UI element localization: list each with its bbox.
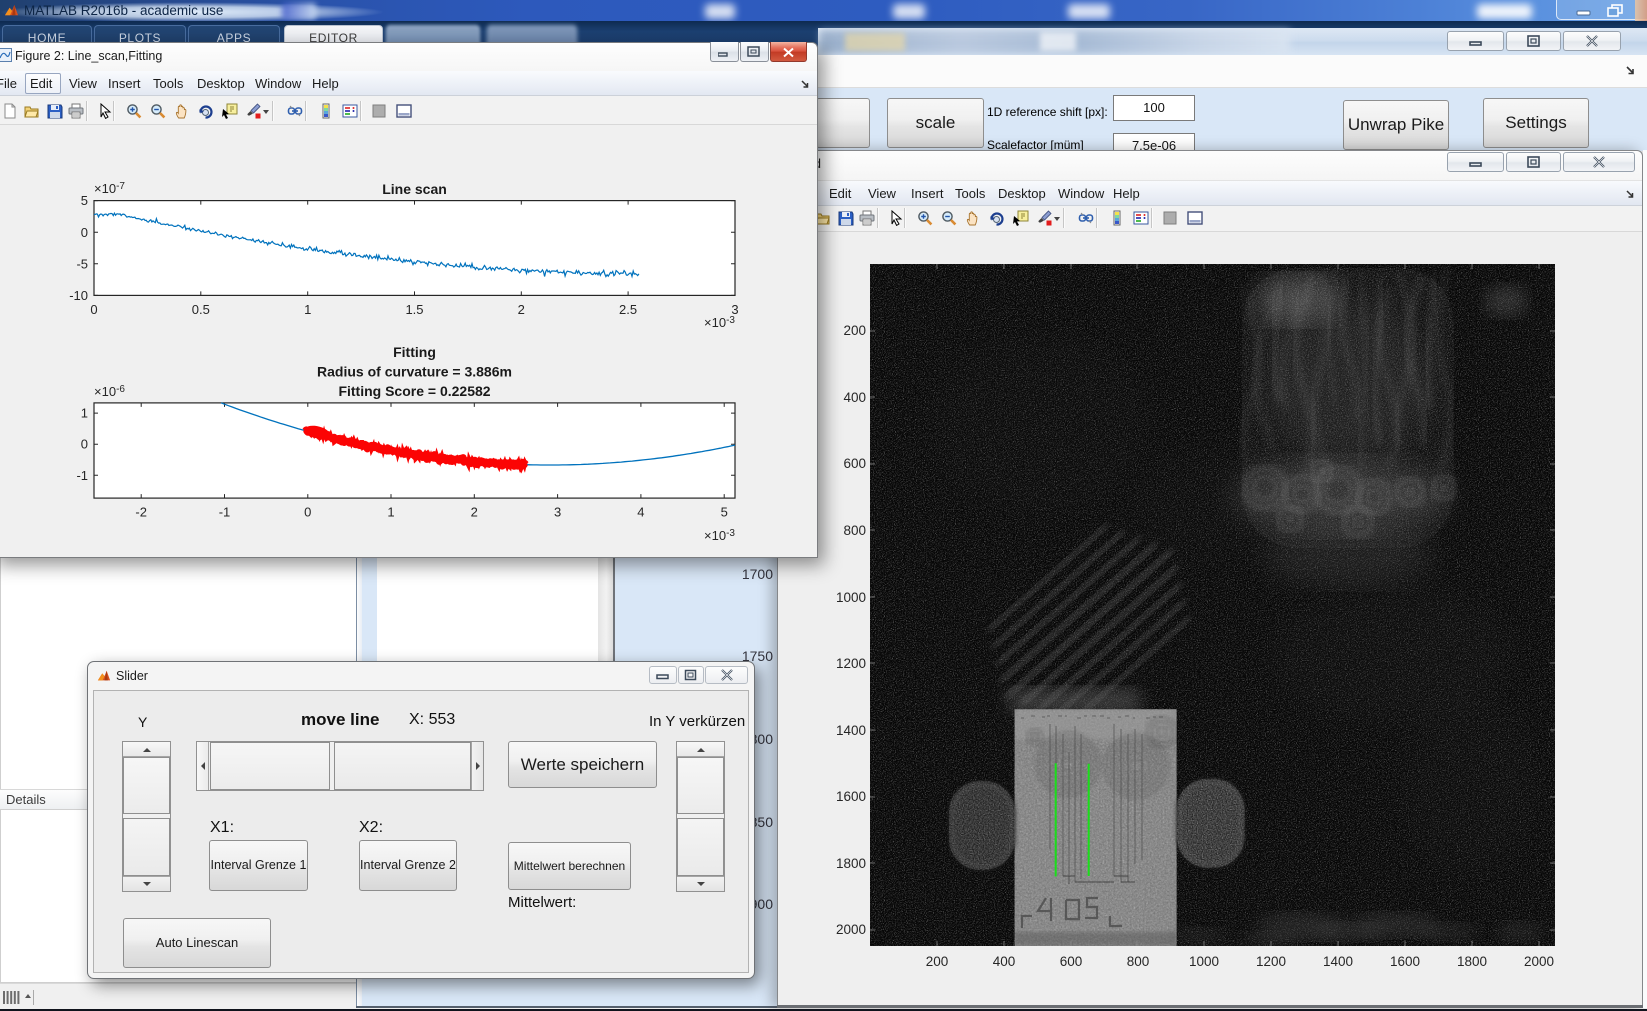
svg-text:1: 1	[81, 406, 88, 421]
svg-text:0: 0	[90, 302, 97, 317]
svg-text:-2: -2	[135, 505, 147, 520]
svg-text:×10-3: ×10-3	[704, 315, 735, 330]
svg-text:×10-7: ×10-7	[94, 181, 125, 196]
svg-text:×10-3: ×10-3	[704, 528, 735, 543]
svg-text:0.5: 0.5	[192, 302, 210, 317]
svg-text:-1: -1	[219, 505, 231, 520]
svg-text:0: 0	[81, 437, 88, 452]
svg-text:1.5: 1.5	[405, 302, 423, 317]
svg-text:×10-6: ×10-6	[94, 384, 125, 399]
svg-text:3: 3	[554, 505, 561, 520]
svg-text:5: 5	[81, 193, 88, 208]
svg-text:1: 1	[304, 302, 311, 317]
svg-text:-10: -10	[69, 288, 88, 303]
svg-text:2: 2	[518, 302, 525, 317]
svg-text:2.5: 2.5	[619, 302, 637, 317]
svg-text:0: 0	[304, 505, 311, 520]
svg-text:-5: -5	[76, 256, 88, 271]
svg-text:Fitting: Fitting	[393, 344, 436, 360]
svg-text:4: 4	[637, 505, 644, 520]
svg-text:0: 0	[81, 225, 88, 240]
svg-text:1: 1	[387, 505, 394, 520]
svg-text:Line scan: Line scan	[382, 181, 447, 197]
svg-text:-1: -1	[76, 468, 88, 483]
svg-text:Fitting Score = 0.22582: Fitting Score = 0.22582	[338, 383, 490, 399]
svg-text:2: 2	[471, 505, 478, 520]
svg-text:5: 5	[721, 505, 728, 520]
svg-text:Radius of curvature = 3.886m: Radius of curvature = 3.886m	[317, 364, 512, 380]
